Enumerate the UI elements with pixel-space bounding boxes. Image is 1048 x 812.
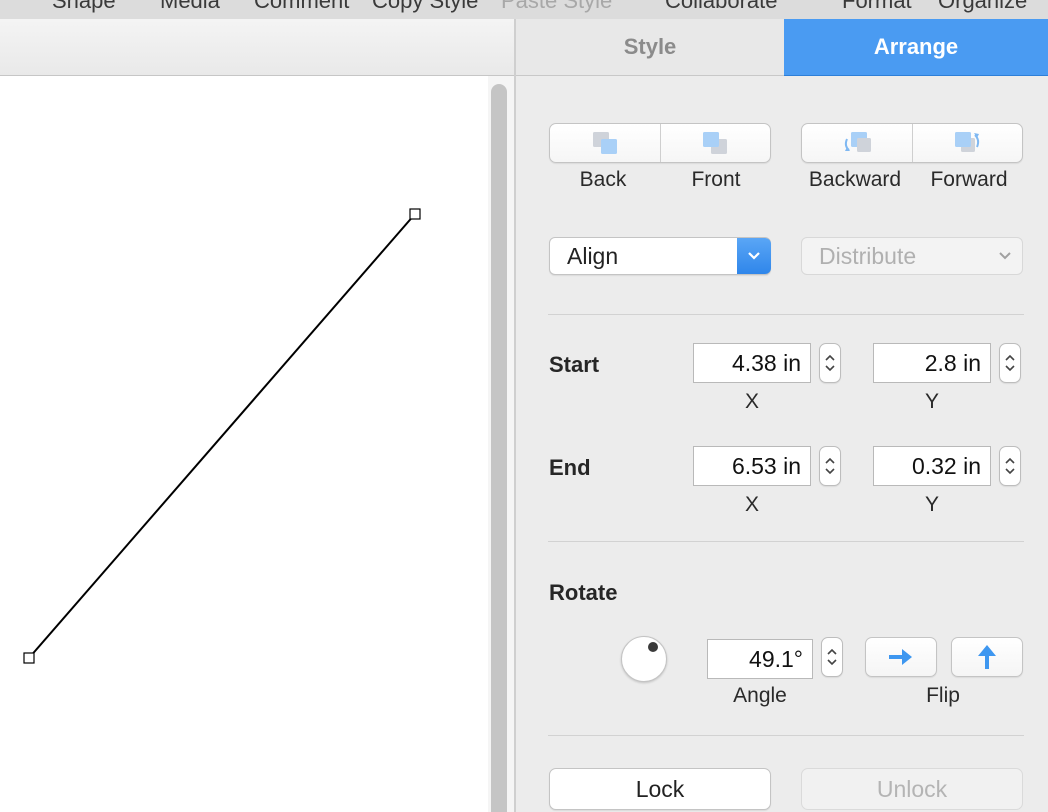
stepper-up-icon	[1005, 354, 1015, 361]
distribute-popup[interactable]: Distribute	[801, 237, 1023, 275]
back-caption: Back	[579, 168, 627, 191]
end-y-caption: Y	[924, 493, 939, 516]
rotate-knob[interactable]	[621, 636, 667, 682]
canvas-drawing	[23, 208, 421, 664]
toolbar: : Shape Media Comment Copy Style Paste S…	[0, 0, 1048, 20]
separator	[548, 735, 1024, 736]
end-x-stepper[interactable]	[819, 446, 841, 486]
toolbar-item-collaborate[interactable]: Collaborate	[665, 0, 778, 14]
send-backward-button[interactable]	[802, 124, 912, 162]
toolbar-item-organize[interactable]: Organize	[938, 0, 1027, 14]
line-start-handle[interactable]	[23, 652, 35, 664]
arrow-right-icon	[889, 649, 912, 665]
send-backward-icon	[844, 132, 871, 152]
toolbar-item-media[interactable]: Media	[160, 0, 220, 14]
bring-forward-button[interactable]	[911, 124, 1023, 162]
stepper-down-icon	[825, 468, 835, 475]
align-popup[interactable]: Align	[549, 237, 771, 275]
chevron-down-icon	[988, 251, 1022, 261]
end-x-caption: X	[744, 493, 759, 516]
end-y-stepper[interactable]	[999, 446, 1021, 486]
unlock-button[interactable]: Unlock	[801, 768, 1023, 810]
send-to-back-button[interactable]	[550, 124, 660, 162]
start-x-field[interactable]: 4.38 in	[693, 343, 811, 383]
selected-line[interactable]	[28, 213, 416, 659]
tab-arrange[interactable]: Arrange	[784, 19, 1048, 76]
start-y-caption: Y	[924, 390, 939, 413]
stepper-up-icon	[827, 648, 837, 655]
front-caption: Front	[691, 168, 741, 191]
end-x-field[interactable]: 6.53 in	[693, 446, 811, 486]
stepper-down-icon	[1005, 468, 1015, 475]
bring-forward-icon	[955, 132, 980, 152]
start-y-stepper[interactable]	[999, 343, 1021, 383]
separator	[548, 541, 1024, 542]
flip-horizontal-button[interactable]	[865, 637, 937, 677]
start-x-stepper[interactable]	[819, 343, 841, 383]
backward-caption: Backward	[808, 168, 902, 191]
start-y-field[interactable]: 2.8 in	[873, 343, 991, 383]
angle-stepper[interactable]	[821, 637, 843, 677]
stepper-down-icon	[1005, 365, 1015, 372]
toolbar-item-comment[interactable]: Comment	[254, 0, 349, 14]
bring-to-front-icon	[703, 132, 728, 154]
distribute-label: Distribute	[819, 242, 917, 269]
stepper-up-icon	[825, 354, 835, 361]
canvas[interactable]	[0, 76, 488, 812]
backward-forward-segmented-control	[801, 123, 1023, 163]
toolbar-item-paste-style[interactable]: Paste Style	[501, 0, 612, 14]
tab-style[interactable]: Style	[516, 19, 784, 76]
angle-caption: Angle	[733, 684, 787, 707]
end-label: End	[549, 455, 591, 480]
bring-to-front-button[interactable]	[659, 124, 771, 162]
angle-field[interactable]: 49.1°	[707, 639, 813, 679]
toolbar-item-copy-style[interactable]: Copy Style	[372, 0, 478, 14]
back-front-segmented-control	[549, 123, 771, 163]
start-x-caption: X	[744, 390, 759, 413]
stepper-up-icon	[1005, 457, 1015, 464]
rotate-knob-indicator	[648, 642, 658, 652]
toolbar-item-format[interactable]: Format	[842, 0, 912, 14]
flip-caption: Flip	[926, 684, 960, 707]
line-end-handle[interactable]	[409, 208, 421, 220]
flip-vertical-button[interactable]	[951, 637, 1023, 677]
chevron-down-icon	[737, 238, 771, 274]
stepper-up-icon	[825, 457, 835, 464]
stepper-down-icon	[827, 659, 837, 666]
start-label: Start	[549, 352, 600, 377]
arrow-up-icon	[978, 645, 996, 669]
canvas-scrollbar-thumb[interactable]	[491, 84, 507, 812]
separator	[548, 314, 1024, 315]
send-to-back-icon	[592, 132, 617, 154]
toolbar-item-shape[interactable]: Shape	[52, 0, 116, 14]
rotate-label: Rotate	[549, 580, 618, 605]
stepper-down-icon	[825, 365, 835, 372]
canvas-header	[0, 19, 514, 76]
forward-caption: Forward	[930, 168, 1008, 191]
align-label: Align	[567, 242, 619, 269]
end-y-field[interactable]: 0.32 in	[873, 446, 991, 486]
lock-button[interactable]: Lock	[549, 768, 771, 810]
